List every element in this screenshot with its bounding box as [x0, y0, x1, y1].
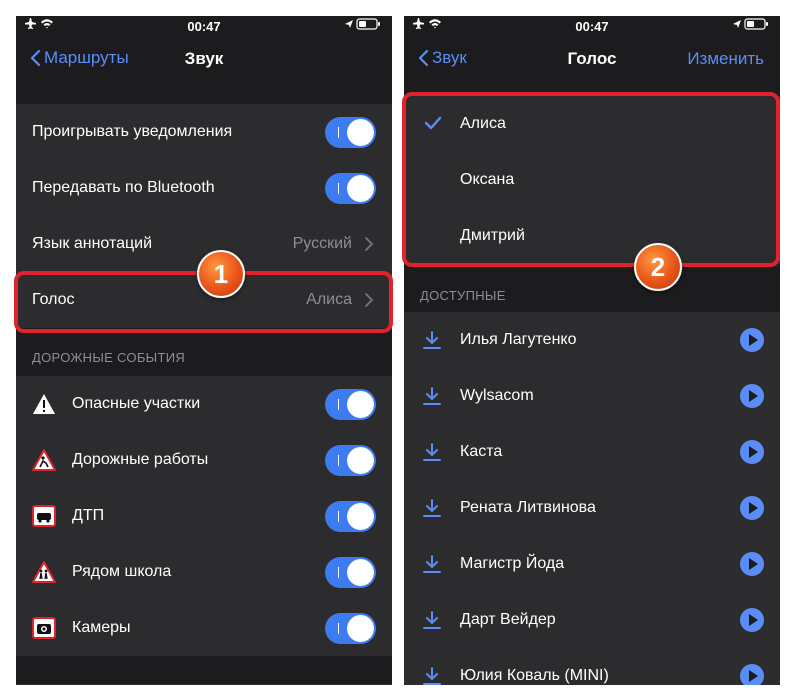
available-voices-group: Илья Лагутенко Wylsacom Каста Рената Лит… — [404, 312, 780, 685]
step-badge-1: 1 — [197, 250, 245, 298]
event-toggle[interactable] — [325, 613, 376, 644]
bottom-edge — [16, 684, 392, 685]
page-title: Звук — [184, 49, 224, 68]
status-bar: 00:47 — [16, 16, 392, 36]
play-notifications-toggle[interactable] — [325, 117, 376, 148]
event-toggle[interactable] — [325, 445, 376, 476]
event-toggle[interactable] — [325, 389, 376, 420]
available-voice-row[interactable]: Каста — [404, 424, 780, 480]
event-row: Дорожные работы — [16, 432, 392, 488]
nav-bar: Звук Голос Изменить — [404, 38, 780, 80]
voice-label: Wylsacom — [460, 387, 534, 404]
event-row: Опасные участки — [16, 376, 392, 432]
bluetooth-row: Передавать по Bluetooth — [16, 160, 392, 216]
row-label: Камеры — [72, 619, 131, 636]
bluetooth-toggle[interactable] — [325, 173, 376, 204]
voice-label: Юлия Коваль (MINI) — [460, 667, 609, 684]
row-label: Язык аннотаций — [32, 235, 153, 252]
location-battery-icons — [732, 18, 770, 33]
voice-label: Илья Лагутенко — [460, 331, 577, 348]
available-voice-row[interactable]: Рената Литвинова — [404, 480, 780, 536]
step-badge-2: 2 — [634, 243, 682, 291]
status-bar: 00:47 — [404, 16, 780, 36]
play-icon[interactable] — [740, 608, 764, 632]
available-voice-row[interactable]: Юлия Коваль (MINI) — [404, 648, 780, 685]
event-toggle[interactable] — [325, 501, 376, 532]
event-row: Камеры — [16, 600, 392, 656]
play-icon[interactable] — [740, 664, 764, 685]
school-icon — [32, 561, 56, 583]
status-time: 00:47 — [187, 19, 221, 34]
available-voice-row[interactable]: Магистр Йода — [404, 536, 780, 592]
download-icon[interactable] — [422, 610, 442, 630]
voice-label: Магистр Йода — [460, 555, 565, 572]
play-notifications-row: Проигрывать уведомления — [16, 104, 392, 160]
available-header: ДОСТУПНЫЕ — [420, 288, 506, 303]
available-voice-row[interactable]: Дарт Вейдер — [404, 592, 780, 648]
event-row: ДТП — [16, 488, 392, 544]
play-icon[interactable] — [740, 384, 764, 408]
sound-settings-screen: 00:47 Маршруты Звук Проигрывать уведомле… — [16, 16, 392, 685]
row-label: Опасные участки — [72, 395, 201, 412]
play-icon[interactable] — [740, 328, 764, 352]
installed-voices-highlight — [402, 92, 780, 267]
road-events-header: ДОРОЖНЫЕ СОБЫТИЯ — [32, 350, 186, 365]
row-label: ДТП — [72, 507, 105, 524]
available-voice-row[interactable]: Wylsacom — [404, 368, 780, 424]
status-time: 00:47 — [575, 19, 609, 34]
camera-icon — [32, 617, 56, 639]
play-icon[interactable] — [740, 552, 764, 576]
row-label: Рядом школа — [72, 563, 172, 580]
event-toggle[interactable] — [325, 557, 376, 588]
play-icon[interactable] — [740, 496, 764, 520]
download-icon[interactable] — [422, 498, 442, 518]
voice-label: Рената Литвинова — [460, 499, 596, 516]
download-icon[interactable] — [422, 554, 442, 574]
accident-icon — [32, 505, 56, 527]
road-works-icon — [32, 449, 56, 471]
nav-bar: Маршруты Звук — [16, 38, 392, 80]
warning-icon — [33, 394, 55, 414]
download-icon[interactable] — [422, 386, 442, 406]
row-label: Дорожные работы — [72, 451, 209, 468]
voice-label: Каста — [460, 443, 503, 460]
download-icon[interactable] — [422, 666, 442, 685]
event-row: Рядом школа — [16, 544, 392, 600]
download-icon[interactable] — [422, 442, 442, 462]
edit-button[interactable]: Изменить — [687, 49, 764, 69]
download-icon[interactable] — [422, 330, 442, 350]
voice-label: Дарт Вейдер — [460, 611, 556, 628]
location-battery-icons — [344, 18, 382, 33]
row-value: Русский — [292, 235, 352, 252]
chevron-right-icon — [365, 237, 374, 251]
play-icon[interactable] — [740, 440, 764, 464]
row-label: Передавать по Bluetooth — [32, 179, 215, 196]
row-label: Проигрывать уведомления — [32, 123, 233, 140]
road-events-group: Опасные участки Дорожные работы ДТП Рядо… — [16, 376, 392, 656]
available-voice-row[interactable]: Илья Лагутенко — [404, 312, 780, 368]
